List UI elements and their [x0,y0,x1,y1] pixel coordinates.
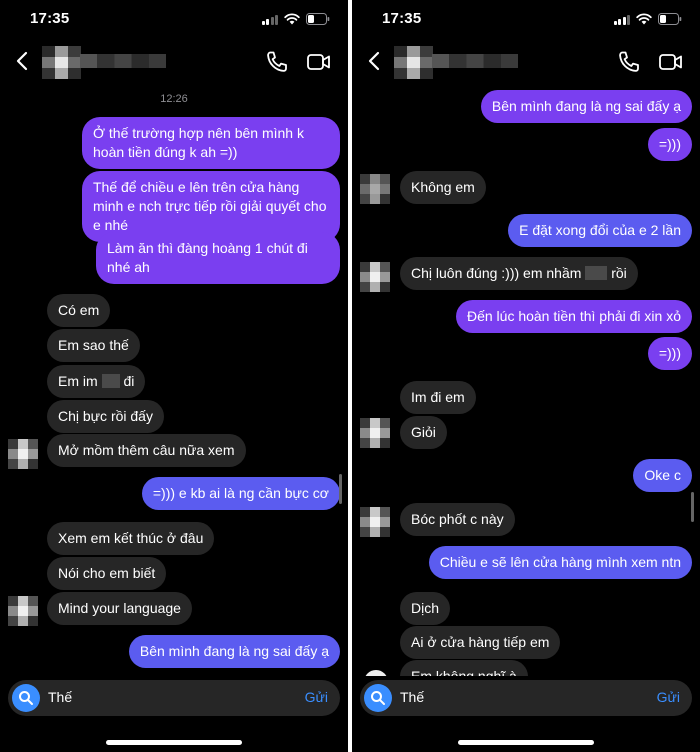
incoming-message[interactable]: Chị bực rồi đấy [47,400,164,433]
outgoing-message[interactable]: Ở thế trường hợp nên bên mình k hoàn tiề… [82,117,340,169]
send-button[interactable]: Gửi [657,689,680,705]
chat-panel-left: 17:35 12:26 Ở thế trường hợp nên bên mìn… [0,0,348,752]
incoming-message[interactable]: Em sao thế [47,329,140,362]
sender-avatar[interactable] [360,174,390,204]
search-icon[interactable] [12,684,40,712]
message-input[interactable]: Thế [400,689,424,705]
incoming-message[interactable]: Mind your language [47,592,192,625]
message-composer[interactable]: Thế Gửi [360,680,692,716]
incoming-message[interactable]: Giỏi [400,416,447,449]
back-chevron-icon[interactable] [366,50,384,72]
chat-header [0,40,348,84]
redacted-word [585,266,608,280]
outgoing-message[interactable]: =))) e kb ai là ng cần bực cơ [141,477,340,510]
outgoing-message[interactable]: Oke c [633,459,692,492]
sender-avatar[interactable] [360,418,390,448]
outgoing-message[interactable]: Làm ăn thì đàng hoàng 1 chút đi nhé ah [96,232,340,284]
sender-avatar[interactable] [360,262,390,292]
incoming-message[interactable]: Em không nghĩ à [400,660,528,676]
sender-avatar[interactable] [8,596,38,626]
wifi-icon [636,13,652,25]
incoming-message[interactable]: Em im đi [47,365,146,398]
chat-header [352,40,700,84]
scrollbar-thumb[interactable] [691,492,694,522]
status-bar: 17:35 [352,0,700,40]
home-indicator[interactable] [106,740,242,745]
incoming-message[interactable]: Ai ở cửa hàng tiếp em [400,626,561,659]
cellular-signal-icon [613,14,630,25]
redacted-word [101,374,120,388]
contact-avatar[interactable] [42,46,81,79]
send-button[interactable]: Gửi [305,689,328,705]
search-icon[interactable] [364,684,392,712]
wifi-icon [284,13,300,25]
contact-name-redacted[interactable] [432,54,518,68]
battery-icon [658,13,682,25]
incoming-message[interactable]: Không em [400,171,486,204]
sender-avatar[interactable] [360,507,390,537]
sender-avatar[interactable] [364,670,388,676]
incoming-message[interactable]: Có em [47,294,111,327]
outgoing-message[interactable]: =))) [647,128,692,161]
outgoing-message[interactable]: E đặt xong đổi của e 2 lần [508,214,692,247]
message-input[interactable]: Thế [48,689,72,705]
phone-call-icon[interactable] [264,49,290,75]
home-indicator[interactable] [458,740,594,745]
incoming-message[interactable]: Nói cho em biết [47,557,167,590]
back-chevron-icon[interactable] [14,50,32,72]
video-call-icon[interactable] [658,49,684,75]
sender-avatar[interactable] [8,439,38,469]
cellular-signal-icon [261,14,278,25]
timestamp: 12:26 [160,93,188,105]
outgoing-message[interactable]: Chiều e sẽ lên cửa hàng mình xem ntn [428,546,692,579]
incoming-message[interactable]: Xem em kết thúc ở đâu [47,522,215,555]
message-list[interactable]: Bên mình đang là ng sai đấy ạ =))) Không… [352,84,700,676]
incoming-message[interactable]: Mở mồm thêm câu nữa xem [47,434,246,467]
incoming-message[interactable]: Bóc phốt c này [400,503,515,536]
chat-panel-right: 17:35 Bên mình đang là ng sai đấy ạ =)))… [352,0,700,752]
outgoing-message[interactable]: Bên mình đang là ng sai đấy ạ [480,90,692,123]
phone-call-icon[interactable] [616,49,642,75]
incoming-message[interactable]: Dịch [400,592,451,625]
contact-avatar[interactable] [394,46,433,79]
contact-name-redacted[interactable] [80,54,166,68]
battery-icon [306,13,330,25]
outgoing-message[interactable]: =))) [647,337,692,370]
status-time: 17:35 [30,10,70,27]
message-list[interactable]: 12:26 Ở thế trường hợp nên bên mình k ho… [0,84,348,676]
scrollbar-thumb[interactable] [339,474,342,504]
outgoing-message[interactable]: Bên mình đang là ng sai đấy ạ [128,635,340,668]
status-time: 17:35 [382,10,422,27]
incoming-message[interactable]: Chị luôn đúng :))) em nhầm rồi [400,257,638,290]
status-bar: 17:35 [0,0,348,40]
message-composer[interactable]: Thế Gửi [8,680,340,716]
incoming-message[interactable]: Im đi em [400,381,476,414]
video-call-icon[interactable] [306,49,332,75]
outgoing-message[interactable]: Đến lúc hoàn tiền thì phải đi xin xỏ [455,300,692,333]
